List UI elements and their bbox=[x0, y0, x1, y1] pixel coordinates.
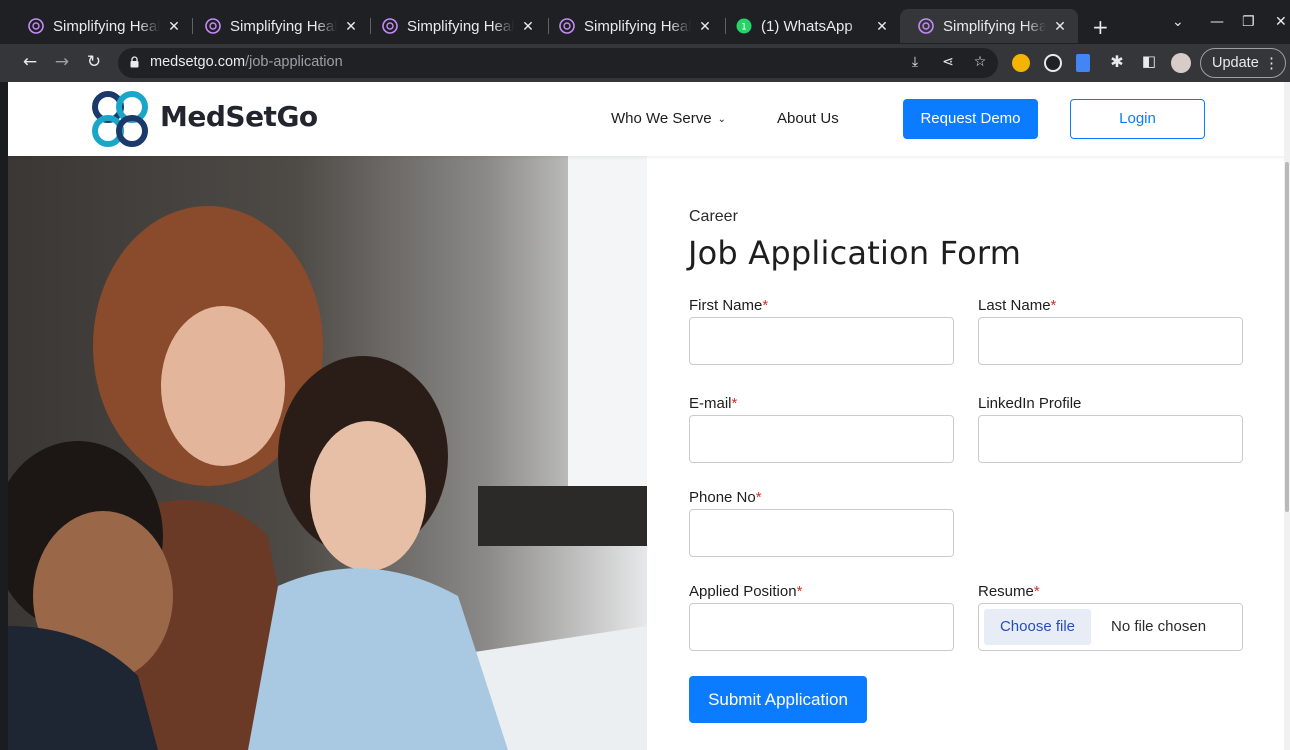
submit-application-button[interactable]: Submit Application bbox=[689, 676, 867, 723]
update-label: Update bbox=[1212, 55, 1259, 71]
web-page: MedSetGo Who We Serve ⌄ About Us Request … bbox=[8, 82, 1290, 750]
restore-icon[interactable]: ❐ bbox=[1242, 14, 1255, 30]
address-bar[interactable]: medsetgo.com/job-application ⤓ ⋖ ☆ bbox=[118, 48, 998, 78]
forward-icon[interactable]: → bbox=[51, 52, 73, 72]
share-icon[interactable]: ⋖ bbox=[939, 54, 957, 72]
site-favicon-icon bbox=[28, 18, 44, 34]
install-app-icon[interactable]: ⤓ bbox=[906, 54, 924, 72]
applied-position-label: Applied Position* bbox=[689, 583, 802, 600]
browser-tabstrip: Simplifying Heal ✕ Simplifying Heal ✕ Si… bbox=[0, 0, 1290, 44]
update-button[interactable]: Update ⋮ bbox=[1200, 48, 1286, 78]
linkedin-label: LinkedIn Profile bbox=[978, 395, 1082, 412]
required-mark: * bbox=[796, 583, 803, 600]
email-input[interactable] bbox=[689, 415, 954, 463]
resume-label: Resume* bbox=[978, 583, 1040, 600]
browser-tab[interactable]: Simplifying Heal ✕ bbox=[187, 9, 369, 43]
tab-title: Simplifying Heal bbox=[407, 17, 514, 35]
reload-icon[interactable]: ↻ bbox=[83, 52, 105, 72]
chevron-down-icon: ⌄ bbox=[717, 114, 726, 125]
required-mark: * bbox=[1050, 297, 1057, 314]
first-name-label: First Name* bbox=[689, 297, 768, 314]
close-tab-icon[interactable]: ✕ bbox=[697, 18, 713, 35]
first-name-label-text: First Name bbox=[689, 297, 763, 314]
extension-icon[interactable] bbox=[1044, 54, 1062, 72]
linkedin-input[interactable] bbox=[978, 415, 1243, 463]
close-tab-icon[interactable]: ✕ bbox=[166, 18, 182, 35]
medsetgo-logo-mark-icon[interactable] bbox=[88, 88, 152, 150]
extension-icon[interactable] bbox=[1012, 54, 1030, 72]
tab-title: (1) WhatsApp bbox=[761, 17, 853, 35]
job-application-form: Career Job Application Form First Name* … bbox=[647, 156, 1290, 750]
site-header: MedSetGo Who We Serve ⌄ About Us Request … bbox=[8, 82, 1290, 156]
team-photo bbox=[8, 156, 647, 750]
site-favicon-icon bbox=[559, 18, 575, 34]
site-favicon-icon bbox=[918, 18, 934, 34]
browser-toolbar: ← → ↻ medsetgo.com/job-application ⤓ ⋖ ☆… bbox=[0, 44, 1290, 82]
side-panel-icon[interactable]: ◧ bbox=[1138, 52, 1160, 70]
career-eyebrow: Career bbox=[689, 208, 738, 225]
tab-search-chevron-icon[interactable]: ⌄ bbox=[1172, 14, 1184, 30]
tab-title: Simplifying Heal bbox=[943, 17, 1046, 35]
nav-about-us[interactable]: About Us bbox=[777, 110, 839, 127]
applied-position-label-text: Applied Position bbox=[689, 583, 797, 600]
applied-position-input[interactable] bbox=[689, 603, 954, 651]
url-domain: medsetgo.com bbox=[150, 54, 246, 70]
email-label-text: E-mail bbox=[689, 395, 732, 412]
resume-label-text: Resume bbox=[978, 583, 1034, 600]
browser-tab[interactable]: Simplifying Heal ✕ bbox=[541, 9, 723, 43]
close-tab-icon[interactable]: ✕ bbox=[874, 18, 890, 35]
logo-text[interactable]: MedSetGo bbox=[160, 100, 318, 133]
required-mark: * bbox=[755, 489, 762, 506]
resume-file-input[interactable]: Choose file No file chosen bbox=[978, 603, 1243, 651]
extensions-puzzle-icon[interactable]: ✱ bbox=[1106, 52, 1128, 71]
required-mark: * bbox=[731, 395, 738, 412]
site-favicon-icon bbox=[205, 18, 221, 34]
whatsapp-icon: 1 bbox=[736, 18, 752, 34]
lock-icon[interactable] bbox=[130, 56, 139, 68]
close-tab-icon[interactable]: ✕ bbox=[520, 18, 536, 35]
minimize-icon[interactable]: — bbox=[1210, 14, 1224, 30]
extension-icon[interactable] bbox=[1076, 54, 1090, 72]
nav-who-we-serve-label: Who We Serve bbox=[611, 110, 712, 127]
email-label: E-mail* bbox=[689, 395, 737, 412]
required-mark: * bbox=[762, 297, 769, 314]
login-button[interactable]: Login bbox=[1070, 99, 1205, 139]
close-window-icon[interactable]: ✕ bbox=[1275, 14, 1287, 30]
bookmark-star-icon[interactable]: ☆ bbox=[971, 54, 989, 72]
browser-tab[interactable]: 1 (1) WhatsApp ✕ bbox=[718, 9, 900, 43]
tab-title: Simplifying Heal bbox=[230, 17, 337, 35]
svg-text:1: 1 bbox=[741, 23, 747, 33]
page-scrollbar[interactable] bbox=[1284, 82, 1290, 750]
profile-avatar[interactable] bbox=[1171, 53, 1191, 73]
back-icon[interactable]: ← bbox=[19, 52, 41, 72]
site-favicon-icon bbox=[382, 18, 398, 34]
required-mark: * bbox=[1033, 583, 1040, 600]
browser-tab[interactable]: Simplifying Heal ✕ bbox=[364, 9, 546, 43]
tab-title: Simplifying Heal bbox=[584, 17, 691, 35]
file-status-text: No file chosen bbox=[1111, 618, 1207, 635]
url-path: /job-application bbox=[245, 54, 343, 70]
phone-input[interactable] bbox=[689, 509, 954, 557]
browser-tab[interactable]: Simplifying Heal ✕ bbox=[10, 9, 192, 43]
close-tab-icon[interactable]: ✕ bbox=[343, 18, 359, 35]
url-text: medsetgo.com/job-application bbox=[150, 54, 343, 70]
browser-tab-active[interactable]: Simplifying Heal ✕ bbox=[900, 9, 1078, 43]
last-name-label-text: Last Name bbox=[978, 297, 1051, 314]
new-tab-icon[interactable]: + bbox=[1092, 15, 1109, 39]
last-name-label: Last Name* bbox=[978, 297, 1056, 314]
phone-label: Phone No* bbox=[689, 489, 762, 506]
scrollbar-thumb[interactable] bbox=[1285, 162, 1289, 512]
page-title: Job Application Form bbox=[688, 234, 1022, 272]
close-tab-icon[interactable]: ✕ bbox=[1052, 18, 1068, 35]
choose-file-button[interactable]: Choose file bbox=[984, 609, 1091, 645]
phone-label-text: Phone No bbox=[689, 489, 756, 506]
menu-kebab-icon[interactable]: ⋮ bbox=[1264, 54, 1279, 72]
request-demo-button[interactable]: Request Demo bbox=[903, 99, 1038, 139]
last-name-input[interactable] bbox=[978, 317, 1243, 365]
first-name-input[interactable] bbox=[689, 317, 954, 365]
nav-who-we-serve[interactable]: Who We Serve ⌄ bbox=[611, 110, 726, 127]
tab-title: Simplifying Heal bbox=[53, 17, 160, 35]
